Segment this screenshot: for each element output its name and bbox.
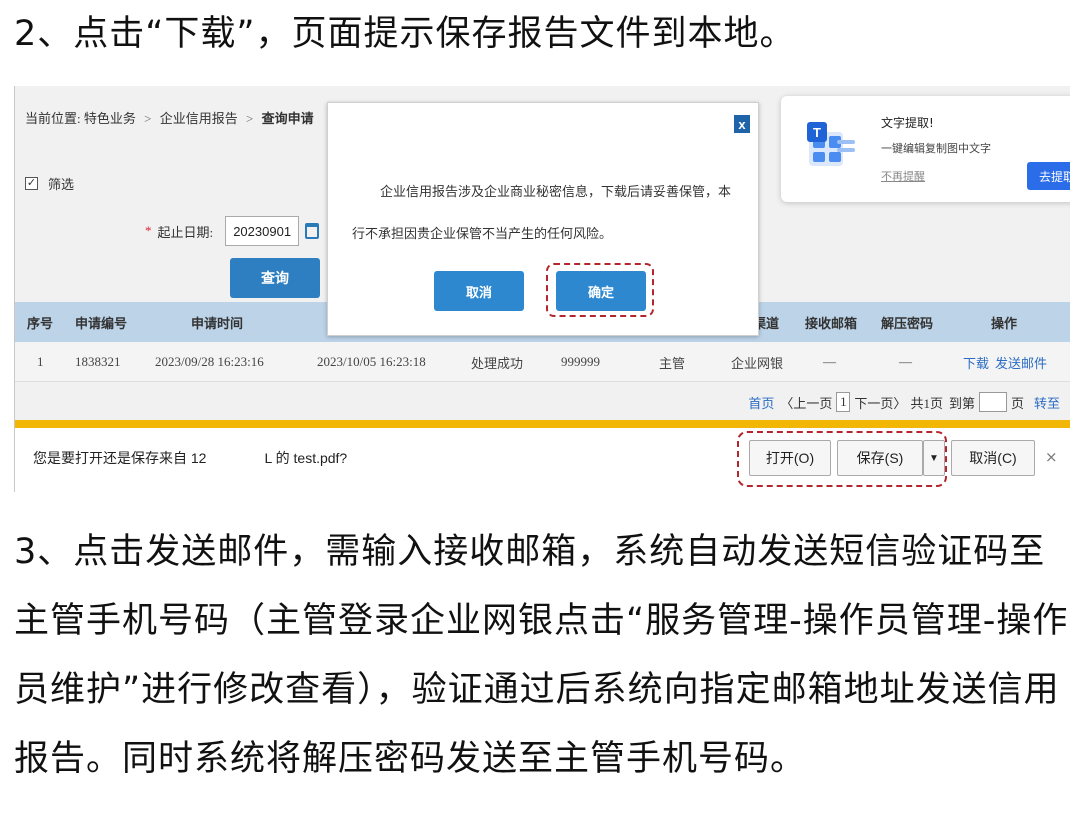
breadcrumb-separator: >	[144, 111, 152, 126]
pager-goto-input[interactable]	[978, 392, 1007, 412]
download-link[interactable]: 下载	[963, 342, 989, 382]
popup-dismiss-link[interactable]: 不再提醒	[881, 168, 925, 184]
popup-title: 文字提取!	[881, 116, 934, 130]
cell-channel: 企业网银	[731, 355, 784, 371]
text-extract-icon: T	[807, 122, 855, 166]
filter-toggle[interactable]: ✓ 筛选	[25, 174, 74, 193]
query-button[interactable]: 查询	[230, 258, 320, 298]
header-password: 解压密码	[881, 315, 934, 331]
pager-current[interactable]: 1	[836, 392, 851, 412]
popup-subtitle: 一键编辑复制图中文字	[881, 142, 991, 155]
header-seq: 序号	[27, 315, 54, 331]
confirm-button[interactable]: 确定	[556, 271, 646, 311]
cell-done-time: 2023/10/05 16:23:18	[317, 354, 426, 369]
dialog-message: 企业信用报告涉及企业商业秘密信息，下载后请妥善保管，本行不承担因贵企业保管不当产…	[352, 184, 732, 241]
text-extraction-popup: T 文字提取! 一键编辑复制图中文字 不再提醒 去提取	[781, 96, 1070, 202]
filter-label: 筛选	[48, 177, 75, 192]
step2-heading: 2、点击“下载”，页面提示保存报告文件到本地。	[14, 14, 796, 54]
extract-button[interactable]: 去提取	[1027, 162, 1070, 190]
pager-goto-label: 到第	[948, 395, 975, 411]
breadcrumb-item-credit-report[interactable]: 企业信用报告	[160, 111, 238, 126]
breadcrumb-current: 查询申请	[261, 111, 314, 126]
header-app-no: 申请编号	[75, 315, 128, 331]
breadcrumb-separator: >	[246, 111, 254, 126]
download-notification-bar: 您是要打开还是保存来自 12 L 的 test.pdf? 打开(O) 保存(S) …	[15, 420, 1070, 492]
pager-jump[interactable]: 转至	[1034, 393, 1060, 412]
header-email: 接收邮箱	[805, 315, 858, 331]
save-dropdown-icon[interactable]: ▼	[923, 440, 945, 476]
pager-prev[interactable]: 〈上一页	[780, 393, 832, 412]
pager-page-unit: 页	[1010, 395, 1024, 411]
screenshot-figure: 当前位置: 特色业务 > 企业信用报告 > 查询申请 ✓ 筛选 * 起止日期: …	[14, 86, 1070, 492]
pager-next[interactable]: 下一页〉	[854, 393, 906, 412]
required-marker: *	[145, 223, 152, 238]
cell-password: —	[899, 354, 912, 369]
close-bar-icon[interactable]: ×	[1045, 448, 1058, 466]
download-warning-dialog: x 企业信用报告涉及企业商业秘密信息，下载后请妥善保管，本行不承担因贵企业保管不…	[327, 102, 759, 336]
cell-status: 处理成功	[471, 355, 524, 371]
pagination: 首页 〈上一页 1 下一页〉 共1页 到第 页 转至	[748, 392, 1060, 412]
cell-seq: 1	[37, 354, 44, 369]
calendar-icon[interactable]	[305, 223, 320, 239]
cell-role: 主管	[659, 355, 686, 371]
filter-checkbox[interactable]: ✓	[25, 177, 38, 190]
cell-email: —	[823, 354, 836, 369]
breadcrumb: 当前位置: 特色业务 > 企业信用报告 > 查询申请	[25, 108, 314, 127]
date-range-row: * 起止日期: 20230901	[145, 216, 320, 246]
close-icon[interactable]: x	[734, 115, 750, 133]
open-button[interactable]: 打开(O)	[749, 440, 831, 476]
pager-total: 共1页	[910, 395, 943, 411]
breadcrumb-prefix: 当前位置:	[25, 111, 81, 126]
cancel-button[interactable]: 取消	[434, 271, 524, 311]
cancel-download-button[interactable]: 取消(C)	[951, 440, 1035, 476]
save-button[interactable]: 保存(S)	[837, 440, 923, 476]
svg-text:T: T	[813, 125, 821, 140]
cell-app-time: 2023/09/28 16:23:16	[155, 354, 264, 369]
download-message: 您是要打开还是保存来自 12 L 的 test.pdf?	[33, 448, 347, 468]
download-message-end: L 的 test.pdf?	[264, 450, 348, 466]
pager-first[interactable]: 首页	[748, 393, 774, 412]
date-label: 起止日期:	[157, 224, 214, 240]
table-row: 1 1838321 2023/09/28 16:23:16 2023/10/05…	[15, 342, 1070, 382]
header-action: 操作	[991, 315, 1018, 331]
cell-code: 999999	[561, 354, 600, 369]
step3-paragraph: 3、点击发送邮件，需输入接收邮箱，系统自动发送短信验证码至主管手机号码（主管登录…	[14, 532, 1069, 779]
send-email-link[interactable]: 发送邮件	[995, 342, 1047, 382]
start-date-input[interactable]: 20230901	[225, 216, 300, 246]
cell-app-no: 1838321	[75, 354, 121, 369]
breadcrumb-item-special[interactable]: 特色业务	[84, 111, 136, 126]
header-app-time: 申请时间	[191, 315, 244, 331]
download-message-start: 您是要打开还是保存来自 12	[33, 450, 207, 466]
